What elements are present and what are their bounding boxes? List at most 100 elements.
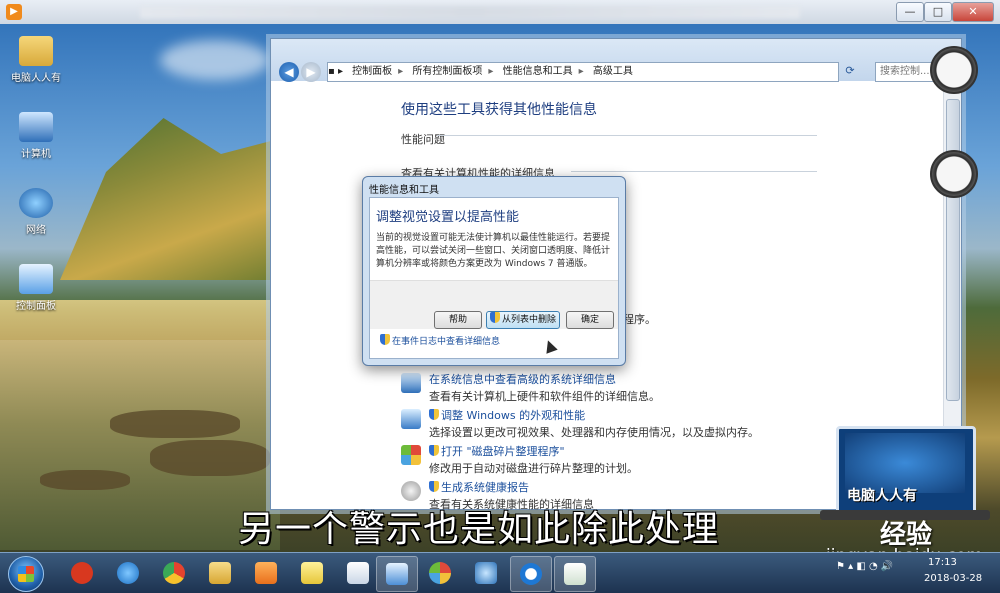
taskbar-item[interactable] (420, 556, 460, 590)
uac-shield-icon (489, 312, 500, 323)
taskbar-date[interactable]: 2018-03-28 (924, 573, 982, 584)
ie-icon (117, 562, 139, 584)
desktop-icon-label: 电脑人人有 (11, 73, 61, 84)
tool-icon (475, 562, 497, 584)
desktop-icon-network[interactable]: 网络 (8, 188, 64, 236)
close-button[interactable]: ✕ (952, 2, 994, 22)
control-panel-icon (386, 563, 408, 585)
computer-icon (19, 112, 53, 142)
notes-icon (301, 562, 323, 584)
taskbar-time[interactable]: 17:13 (928, 557, 957, 568)
uac-shield-icon (429, 445, 439, 456)
ok-button[interactable]: 确定 (566, 311, 614, 329)
forward-button[interactable]: ▶ (301, 62, 321, 82)
taskbar-item[interactable] (376, 556, 418, 592)
taskbar-item[interactable] (200, 556, 240, 590)
remove-from-list-button[interactable]: 从列表中删除 (486, 311, 560, 329)
desktop-icon-computer[interactable]: 计算机 (8, 112, 64, 160)
clock-gadget[interactable] (930, 150, 978, 198)
taskbar: ⚑ ▴ ◧ ◔ 🔊 17:13 2018-03-28 (0, 552, 1000, 593)
minimize-button[interactable]: — (896, 2, 924, 22)
wallpaper-mountain (60, 118, 290, 280)
clock-gadget[interactable] (930, 46, 978, 94)
health-report-icon (401, 481, 421, 501)
media-icon (255, 562, 277, 584)
network-icon (19, 188, 53, 218)
button-label: 从列表中删除 (501, 315, 556, 325)
tool-item-appearance: 调整 Windows 的外观和性能 选择设置以更改可视效果、处理器和内存使用情况… (401, 407, 821, 443)
desktop-icon-label: 控制面板 (16, 301, 56, 312)
desktop-icon-label: 计算机 (21, 149, 51, 160)
appearance-icon (401, 409, 421, 429)
explorer-toolbar: ◀ ▶ ▪ ▸ 控制面板▸ 所有控制面板项▸ 性能信息和工具▸ 高级工具 ⟳ ⚲ (271, 39, 961, 82)
taskbar-item[interactable] (292, 556, 332, 590)
windows-logo-icon (18, 566, 34, 582)
tool-link[interactable]: 调整 Windows 的外观和性能 (429, 407, 585, 423)
event-log-link-text: 在事件日志中查看详细信息 (392, 337, 501, 347)
tool-item-defrag: 打开 "磁盘碎片整理程序" 修改用于自动对磁盘进行碎片整理的计划。 (401, 443, 821, 479)
desktop-icon-control-panel[interactable]: 控制面板 (8, 264, 64, 312)
address-bar[interactable]: ▪ ▸ 控制面板 ▸ 所有控制面板项 ▸ 性能信息和工具 ▸ 高级工具 (327, 62, 839, 82)
tool-item-system-info: 在系统信息中查看高级的系统详细信息 查看有关计算机上硬件和软件组件的详细信息。 (401, 371, 821, 407)
document-icon (347, 562, 369, 584)
back-button[interactable]: ◀ (279, 62, 299, 82)
tool-description: 修改用于自动对磁盘进行碎片整理的计划。 (429, 462, 638, 475)
video-subtitle: 另一个警示也是如此除此处理 (238, 509, 720, 550)
taskbar-item[interactable] (338, 556, 378, 590)
uac-shield-icon (380, 334, 390, 345)
control-panel-icon (19, 264, 53, 294)
chrome-icon (163, 562, 185, 584)
sogou-icon (71, 562, 93, 584)
system-tray[interactable]: ⚑ ▴ ◧ ◔ 🔊 (836, 561, 893, 572)
taskbar-item[interactable] (466, 556, 506, 590)
explorer-window-icon (564, 563, 586, 585)
performance-dialog: 性能信息和工具 调整视觉设置以提高性能 当前的视觉设置可能无法使计算机以最佳性能… (362, 176, 626, 366)
player-title-bar: ▶ — □ ✕ (0, 0, 1000, 24)
divider (437, 135, 817, 136)
divider (571, 171, 817, 172)
tool-link[interactable]: 打开 "磁盘碎片整理程序" (429, 443, 565, 459)
system-info-icon (401, 373, 421, 393)
cortana-icon (520, 563, 542, 585)
taskbar-item[interactable] (108, 556, 148, 590)
page-title: 使用这些工具获得其他性能信息 (401, 102, 597, 118)
uac-shield-icon (429, 409, 439, 420)
maximize-button[interactable]: □ (924, 2, 952, 22)
desktop-icon-user-folder[interactable]: 电脑人人有 (8, 36, 64, 84)
help-button[interactable]: 帮助 (434, 311, 482, 329)
watermark-logo: 电脑人人有 (836, 426, 976, 516)
uac-shield-icon (429, 481, 439, 492)
tool-link[interactable]: 生成系统健康报告 (429, 479, 529, 495)
breadcrumb-item[interactable]: 控制面板 (352, 66, 392, 77)
logo-text: 电脑人人有 (847, 488, 917, 504)
tool-link[interactable]: 在系统信息中查看高级的系统详细信息 (429, 371, 616, 387)
player-title-blurred (140, 6, 800, 18)
taskbar-item[interactable] (510, 556, 552, 592)
tool-description: 查看有关计算机上硬件和软件组件的详细信息。 (429, 390, 660, 403)
mouse-pointer-icon (542, 338, 558, 354)
breadcrumb-item[interactable]: 所有控制面板项 (412, 66, 482, 77)
tool-link-text: 生成系统健康报告 (441, 481, 529, 494)
group-heading-issues: 性能问题 (401, 133, 445, 146)
event-log-link[interactable]: 在事件日志中查看详细信息 (380, 334, 500, 347)
dialog-heading: 调整视觉设置以提高性能 (376, 210, 520, 225)
tool-link-text: 打开 "磁盘碎片整理程序" (441, 445, 565, 458)
tool-link-text: 调整 Windows 的外观和性能 (441, 409, 586, 422)
player-logo-icon: ▶ (6, 4, 22, 20)
refresh-icon[interactable]: ⟳ (841, 62, 859, 80)
taskbar-item[interactable] (554, 556, 596, 592)
wallpaper-cloud (160, 40, 270, 80)
dialog-footer: 帮助 从列表中删除 确定 (370, 280, 618, 329)
defrag-icon (401, 445, 421, 465)
address-root-icon: ▪ ▸ (328, 66, 343, 77)
scrollbar-thumb[interactable] (946, 99, 960, 401)
desktop-icon-label: 网络 (26, 225, 46, 236)
taskbar-item[interactable] (154, 556, 194, 590)
taskbar-item[interactable] (246, 556, 286, 590)
start-button[interactable] (8, 556, 44, 592)
breadcrumb-item[interactable]: 高级工具 (593, 66, 633, 77)
wallpaper-rock (40, 470, 130, 490)
obscured-text: 程序。 (623, 313, 656, 326)
taskbar-item[interactable] (62, 556, 102, 590)
breadcrumb-item[interactable]: 性能信息和工具 (503, 66, 573, 77)
